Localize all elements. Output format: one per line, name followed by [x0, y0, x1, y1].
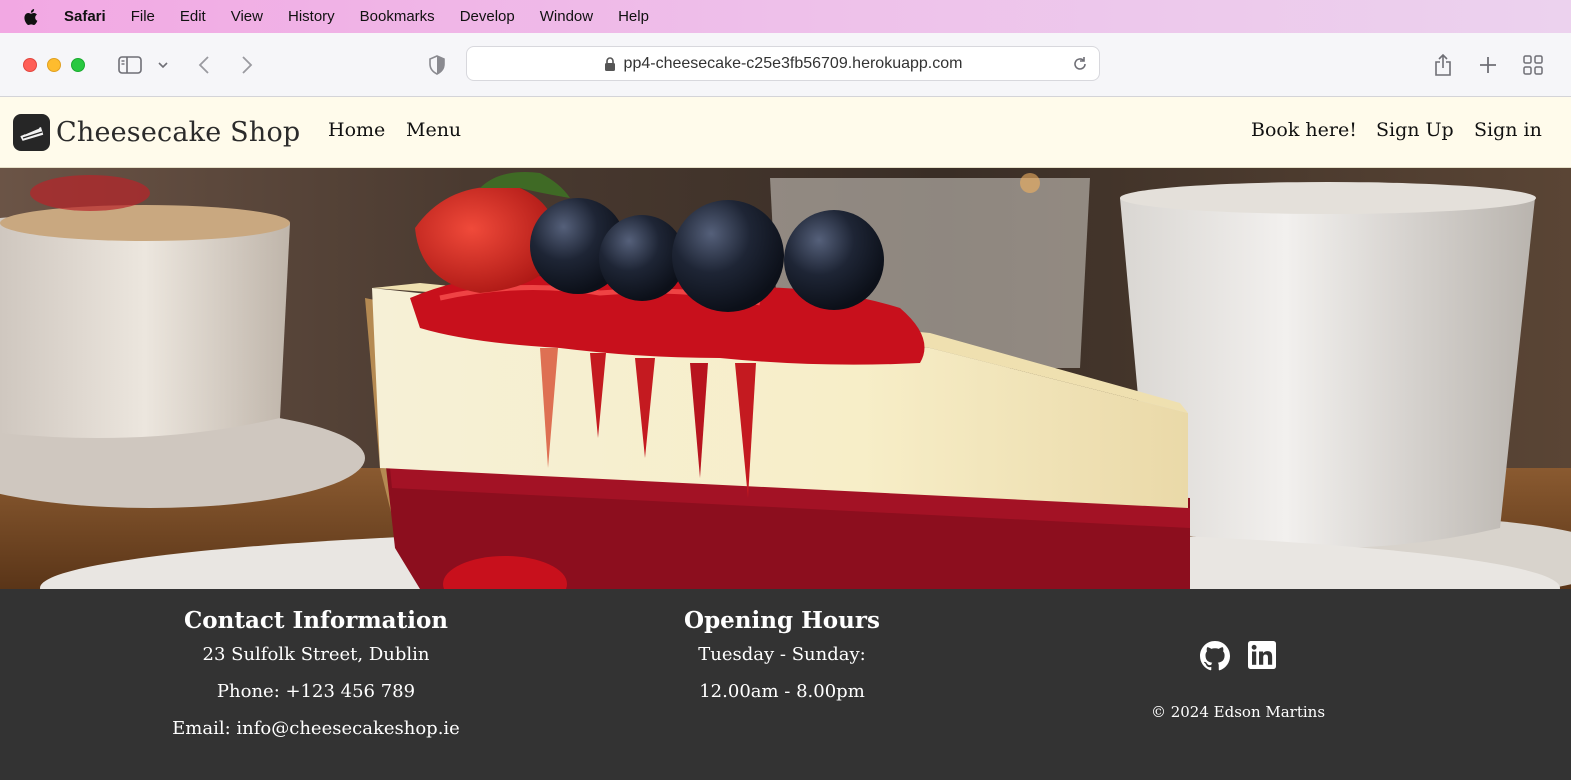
- nav-signup-link[interactable]: Sign Up: [1376, 119, 1454, 141]
- contact-address: 23 Sulfolk Street, Dublin: [202, 644, 430, 665]
- tab-overview-icon[interactable]: [1519, 51, 1547, 79]
- linkedin-icon[interactable]: [1248, 641, 1276, 675]
- fullscreen-window-button[interactable]: [71, 58, 85, 72]
- nav-signin-link[interactable]: Sign in: [1474, 119, 1542, 141]
- site-footer: Contact Information 23 Sulfolk Street, D…: [0, 589, 1571, 780]
- lock-icon: [604, 56, 615, 71]
- share-icon[interactable]: [1429, 51, 1457, 79]
- menu-history[interactable]: History: [288, 8, 335, 25]
- url-text: pp4-cheesecake-c25e3fb56709.herokuapp.co…: [623, 54, 963, 72]
- cheesecake-logo-icon: [13, 114, 50, 151]
- minimize-window-button[interactable]: [47, 58, 61, 72]
- copyright-text: © 2024 Edson Martins: [1150, 703, 1326, 721]
- menu-safari[interactable]: Safari: [64, 8, 106, 25]
- sidebar-toggle-icon[interactable]: [116, 51, 144, 79]
- contact-phone: Phone: +123 456 789: [216, 681, 416, 702]
- brand-link[interactable]: Cheesecake Shop: [13, 114, 300, 151]
- nav-book-link[interactable]: Book here!: [1251, 119, 1357, 141]
- contact-email[interactable]: Email: info@cheesecakeshop.ie: [136, 710, 496, 747]
- social-links: [1088, 641, 1388, 675]
- privacy-shield-icon[interactable]: [423, 51, 451, 79]
- new-tab-icon[interactable]: [1474, 51, 1502, 79]
- menu-develop[interactable]: Develop: [460, 8, 515, 25]
- menu-view[interactable]: View: [231, 8, 263, 25]
- chevron-down-icon[interactable]: [151, 51, 175, 79]
- cheesecake-illustration: [0, 168, 1571, 589]
- menu-help[interactable]: Help: [618, 8, 649, 25]
- nav-home-link[interactable]: Home: [328, 119, 385, 141]
- reload-icon[interactable]: [1071, 55, 1089, 73]
- brand-name: Cheesecake Shop: [56, 117, 301, 148]
- nav-menu-link[interactable]: Menu: [406, 119, 461, 141]
- menu-window[interactable]: Window: [540, 8, 593, 25]
- menu-bookmarks[interactable]: Bookmarks: [360, 8, 435, 25]
- browser-toolbar: pp4-cheesecake-c25e3fb56709.herokuapp.co…: [0, 33, 1571, 97]
- close-window-button[interactable]: [23, 58, 37, 72]
- contact-section: Contact Information 23 Sulfolk Street, D…: [136, 607, 496, 747]
- hours-section: Opening Hours Tuesday - Sunday: 12.00am …: [632, 607, 932, 710]
- menu-file[interactable]: File: [131, 8, 155, 25]
- address-bar[interactable]: pp4-cheesecake-c25e3fb56709.herokuapp.co…: [466, 46, 1100, 81]
- forward-icon[interactable]: [233, 51, 261, 79]
- site-navbar: Cheesecake Shop Home Menu Book here! Sig…: [0, 97, 1571, 168]
- back-icon[interactable]: [190, 51, 218, 79]
- contact-title: Contact Information: [183, 607, 449, 634]
- macos-menu-bar: Safari File Edit View History Bookmarks …: [0, 0, 1571, 33]
- apple-icon[interactable]: [22, 8, 38, 26]
- social-section: © 2024 Edson Martins: [1088, 641, 1388, 721]
- hours-times: 12.00am - 8.00pm: [699, 681, 865, 702]
- menu-edit[interactable]: Edit: [180, 8, 206, 25]
- hours-days: Tuesday - Sunday:: [698, 644, 866, 665]
- hero-image: [0, 168, 1571, 589]
- github-icon[interactable]: [1200, 641, 1231, 675]
- hours-title: Opening Hours: [684, 607, 880, 634]
